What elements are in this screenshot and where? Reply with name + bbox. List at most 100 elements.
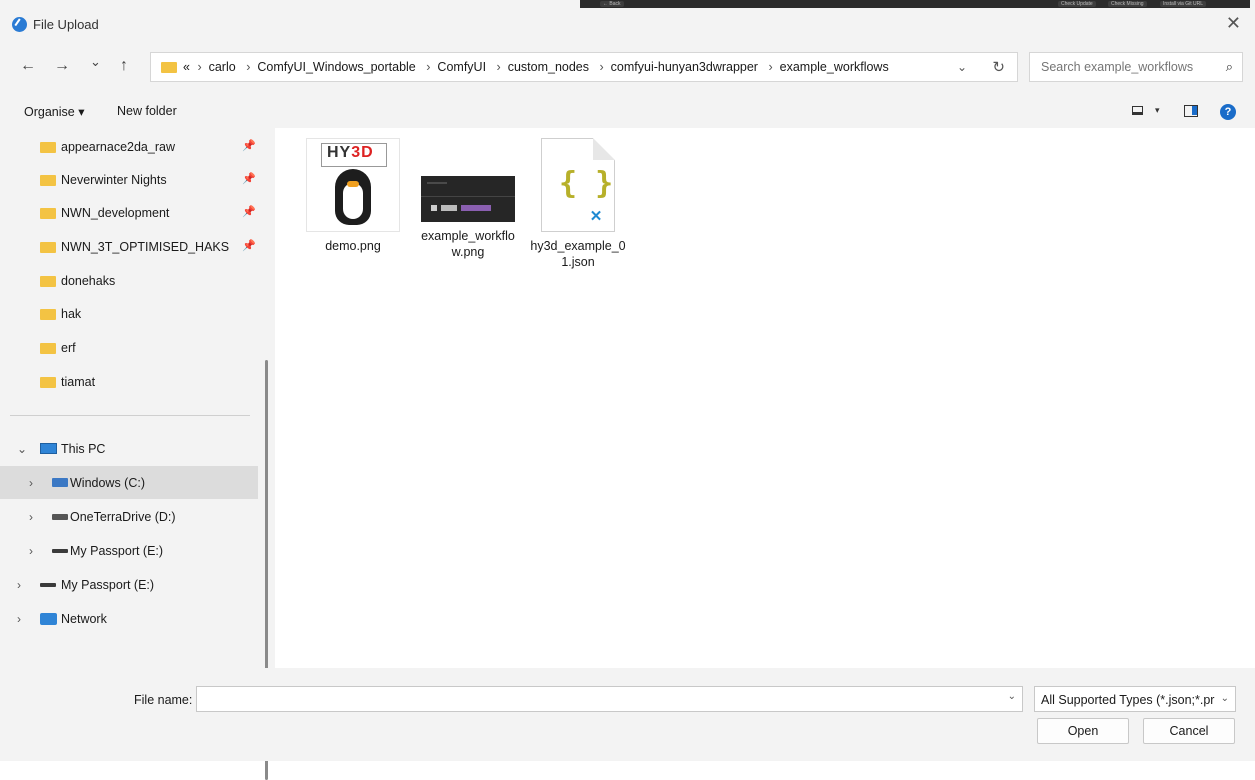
sidebar-item-my-passport-root[interactable]: › My Passport (E:) xyxy=(0,568,258,601)
sidebar-item-label: OneTerraDrive (D:) xyxy=(70,510,176,524)
search-box[interactable]: ⌕ xyxy=(1029,52,1243,82)
title-bar: File Upload ✕ xyxy=(0,8,1255,40)
bottom-bar: File name: ⌄ All Supported Types (*.json… xyxy=(0,668,1255,761)
file-item[interactable]: example_workflo w.png xyxy=(418,138,518,260)
chevron-right-icon[interactable]: › xyxy=(17,612,21,626)
chevron-right-icon[interactable]: › xyxy=(29,476,33,490)
breadcrumb-separator[interactable]: › xyxy=(246,60,250,74)
window-title: File Upload xyxy=(33,17,99,32)
chevron-right-icon[interactable]: › xyxy=(17,578,21,592)
file-name-input[interactable] xyxy=(203,691,987,707)
sidebar-item-label: donehaks xyxy=(61,274,116,288)
sidebar-item-my-passport[interactable]: › My Passport (E:) xyxy=(0,534,258,567)
folder-icon xyxy=(40,175,56,186)
file-name: example_workflo w.png xyxy=(418,228,518,260)
file-name-field[interactable]: ⌄ xyxy=(196,686,1023,712)
breadcrumb-separator[interactable]: › xyxy=(497,60,501,74)
braces-icon: { } xyxy=(559,166,614,201)
file-item[interactable]: HY3D demo.png xyxy=(303,138,403,254)
background-app-toolbar: ← Back Check Update Check Missing Instal… xyxy=(580,0,1250,8)
breadcrumb-item[interactable]: ComfyUI_Windows_portable xyxy=(257,60,415,74)
breadcrumb-item[interactable]: comfyui-hunyan3dwrapper xyxy=(611,60,758,74)
organise-button[interactable]: Organise ▾ xyxy=(24,104,84,119)
address-dropdown-icon[interactable]: ⌄ xyxy=(957,60,967,74)
network-icon xyxy=(40,613,57,625)
sidebar-item-label: appearnace2da_raw xyxy=(61,140,175,154)
sidebar-item[interactable]: hak xyxy=(0,297,258,330)
folder-icon xyxy=(40,377,56,388)
breadcrumb-item[interactable]: example_workflows xyxy=(780,60,889,74)
up-button[interactable]: ↑ xyxy=(120,58,128,74)
help-icon[interactable]: ? xyxy=(1220,104,1236,120)
sidebar-item-this-pc[interactable]: ⌄ This PC xyxy=(0,432,258,465)
chevron-down-icon[interactable]: ⌄ xyxy=(1221,693,1229,704)
computer-icon xyxy=(40,443,57,454)
file-name-line: example_workflo xyxy=(421,229,515,243)
command-bar: Organise ▾ New folder ▾ ? xyxy=(0,96,1255,128)
app-icon xyxy=(12,17,27,32)
breadcrumb-item[interactable]: carlo xyxy=(209,60,236,74)
thumbnail-text: HY3D xyxy=(327,144,374,161)
chevron-right-icon[interactable]: › xyxy=(29,544,33,558)
file-list: HY3D demo.png example_workflo w.png { } ✕… xyxy=(275,128,1255,668)
pin-icon[interactable]: 📌 xyxy=(242,172,256,185)
breadcrumb-separator: › xyxy=(197,60,202,74)
sidebar-item-label: erf xyxy=(61,341,76,355)
sidebar-item-oneterradrive[interactable]: › OneTerraDrive (D:) xyxy=(0,500,258,533)
open-button[interactable]: Open xyxy=(1037,718,1129,744)
search-icon[interactable]: ⌕ xyxy=(1226,59,1233,75)
cancel-button[interactable]: Cancel xyxy=(1143,718,1235,744)
file-name-label: File name: xyxy=(134,693,193,707)
sidebar-item-label: Neverwinter Nights xyxy=(61,173,167,187)
breadcrumb-item[interactable]: custom_nodes xyxy=(508,60,589,74)
chevron-down-icon[interactable]: ⌄ xyxy=(1008,691,1016,702)
bg-check-missing: Check Missing xyxy=(1108,1,1147,7)
sidebar-item-label: hak xyxy=(61,307,82,321)
pin-icon[interactable]: 📌 xyxy=(242,139,256,152)
address-bar[interactable]: « › carlo › ComfyUI_Windows_portable › Comf… xyxy=(150,52,1018,82)
search-input[interactable] xyxy=(1039,59,1213,75)
pin-icon[interactable]: 📌 xyxy=(242,239,256,252)
folder-icon xyxy=(40,242,56,253)
view-dropdown-icon[interactable]: ▾ xyxy=(1155,105,1160,116)
sidebar-item-label: My Passport (E:) xyxy=(61,578,155,592)
breadcrumb-item[interactable]: ComfyUI xyxy=(437,60,486,74)
sidebar-item[interactable]: tiamat xyxy=(0,365,258,398)
preview-pane-icon[interactable] xyxy=(1184,105,1198,117)
chevron-down-icon[interactable]: ⌄ xyxy=(17,442,27,456)
refresh-icon[interactable]: ↻ xyxy=(992,58,1005,76)
back-button[interactable]: ← xyxy=(20,58,36,74)
folder-icon xyxy=(161,62,177,73)
sidebar-item-network[interactable]: › Network xyxy=(0,602,258,635)
external-drive-icon xyxy=(40,583,56,587)
breadcrumb-separator[interactable]: › xyxy=(768,60,772,74)
sidebar-item-label: This PC xyxy=(61,442,106,456)
file-type-select[interactable]: All Supported Types (*.json;*.pr ⌄ xyxy=(1034,686,1236,712)
new-folder-button[interactable]: New folder xyxy=(117,104,177,118)
breadcrumb-separator[interactable]: › xyxy=(600,60,604,74)
sidebar-item-label: NWN_development xyxy=(61,206,170,220)
close-icon[interactable]: ✕ xyxy=(1226,14,1241,32)
sidebar-item[interactable]: erf xyxy=(0,331,258,364)
view-icon[interactable] xyxy=(1132,106,1143,115)
file-name-line: hy3d_example_0 xyxy=(530,239,626,253)
sidebar-item[interactable]: appearnace2da_raw 📌 xyxy=(0,130,258,163)
breadcrumb-separator[interactable]: › xyxy=(426,60,430,74)
drive-icon xyxy=(52,514,68,520)
breadcrumb-overflow[interactable]: « xyxy=(183,60,190,74)
file-name: hy3d_example_0 1.json xyxy=(528,238,628,270)
recent-locations-button[interactable]: ⌄ xyxy=(90,54,101,70)
bg-back-button: ← Back xyxy=(600,1,624,7)
forward-button[interactable]: → xyxy=(54,58,70,74)
pin-icon[interactable]: 📌 xyxy=(242,205,256,218)
file-item[interactable]: { } ✕ hy3d_example_0 1.json xyxy=(528,138,628,270)
sidebar-item[interactable]: NWN_3T_OPTIMISED_HAKS 📌 xyxy=(0,230,258,263)
folder-icon xyxy=(40,309,56,320)
folder-icon xyxy=(40,208,56,219)
navigation-bar: ← → ⌄ ↑ « › carlo › ComfyUI_Windows_portab… xyxy=(0,40,1255,96)
chevron-right-icon[interactable]: › xyxy=(29,510,33,524)
sidebar-item[interactable]: Neverwinter Nights 📌 xyxy=(0,163,258,196)
sidebar-item[interactable]: donehaks xyxy=(0,264,258,297)
sidebar-item-windows-c[interactable]: › Windows (C:) xyxy=(0,466,258,499)
sidebar-item[interactable]: NWN_development 📌 xyxy=(0,196,258,229)
